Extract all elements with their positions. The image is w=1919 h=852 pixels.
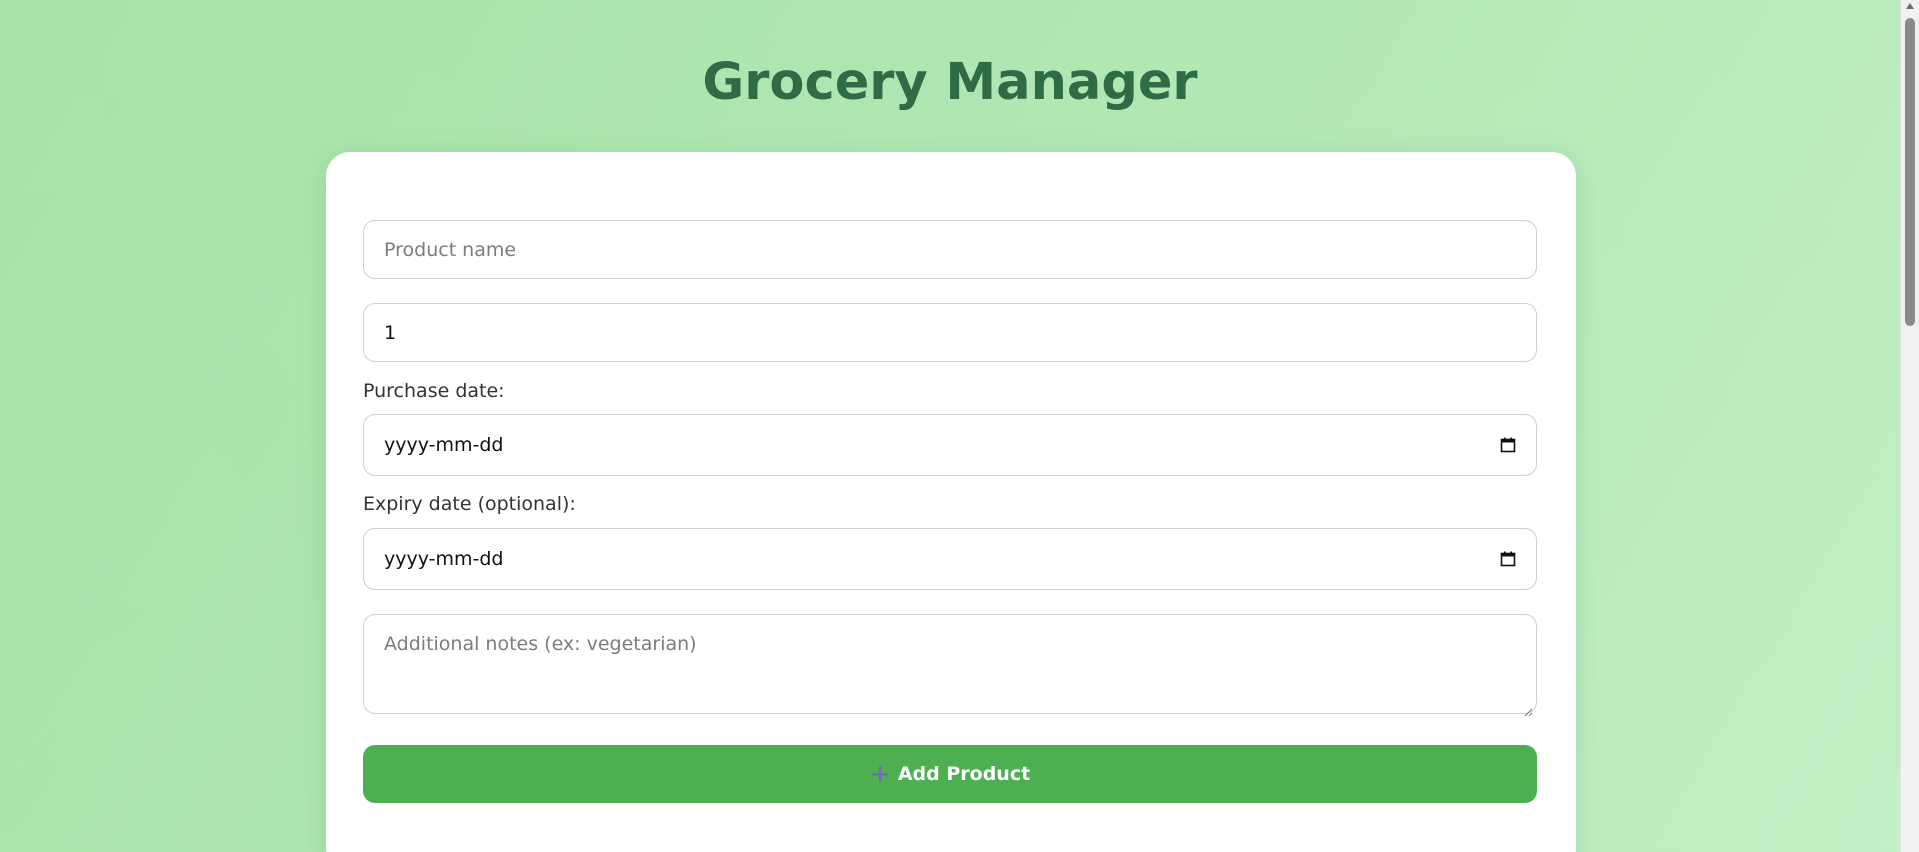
product-name-input[interactable]: Product name [363, 220, 1537, 279]
purchase-date-value: yyyy-mm-dd [384, 434, 504, 456]
page-title: Grocery Manager [702, 53, 1198, 112]
expiry-date-label: Expiry date (optional): [363, 493, 576, 515]
scroll-up-arrow-icon[interactable] [1906, 3, 1914, 9]
product-form-card: Product name 1 Purchase date: yyyy-mm-dd… [326, 152, 1576, 852]
resize-grip-icon[interactable] [1523, 700, 1533, 717]
expiry-date-value: yyyy-mm-dd [384, 548, 504, 570]
plus-icon [870, 764, 890, 784]
quantity-value: 1 [384, 321, 397, 344]
scrollbar-thumb[interactable] [1905, 18, 1915, 326]
notes-placeholder: Additional notes (ex: vegetarian) [384, 633, 697, 655]
vertical-scrollbar[interactable] [1900, 0, 1919, 852]
add-product-label: Add Product [897, 763, 1031, 785]
calendar-icon[interactable] [1500, 437, 1516, 453]
expiry-date-input[interactable]: yyyy-mm-dd [363, 528, 1537, 590]
page: Grocery Manager Product name 1 Purchase … [0, 0, 1900, 852]
purchase-date-input[interactable]: yyyy-mm-dd [363, 414, 1537, 476]
notes-textarea[interactable]: Additional notes (ex: vegetarian) [363, 614, 1537, 717]
quantity-input[interactable]: 1 [363, 303, 1537, 362]
purchase-date-label: Purchase date: [363, 380, 505, 402]
calendar-icon[interactable] [1500, 551, 1516, 567]
product-name-placeholder: Product name [384, 238, 517, 261]
add-product-button[interactable]: Add Product [363, 745, 1537, 803]
